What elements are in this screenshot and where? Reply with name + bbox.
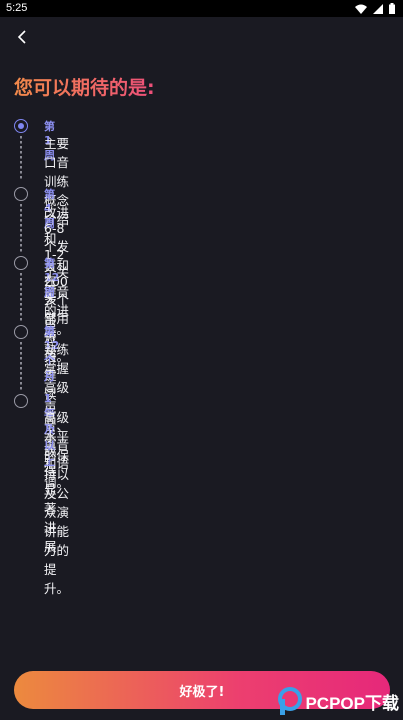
watermark: PCPOP下载 [277,686,399,716]
milestone-dot [14,187,28,201]
milestone-dot-active [14,119,28,133]
timeline-connector [20,273,22,323]
page-title: 您可以期待的是: [14,73,155,100]
timeline-connector [20,136,22,180]
pcpop-logo-icon [278,687,303,715]
status-time: 5:25 [6,2,28,14]
timeline-connector [20,342,22,392]
watermark-text: PCPOP下载 [305,693,399,713]
wifi-icon [355,4,367,14]
back-button[interactable] [12,27,32,47]
status-icons [355,3,395,14]
milestone-dot [14,325,28,339]
milestone-text: 高级水平的保持以及公众演讲能力的提升。 [44,410,70,596]
battery-icon [389,3,395,14]
status-bar: 5:25 [0,0,403,17]
milestone-dot [14,256,28,270]
signal-icon [373,3,383,14]
chevron-left-icon [17,30,26,44]
timeline-connector [20,204,22,254]
milestone-dot [14,394,28,408]
